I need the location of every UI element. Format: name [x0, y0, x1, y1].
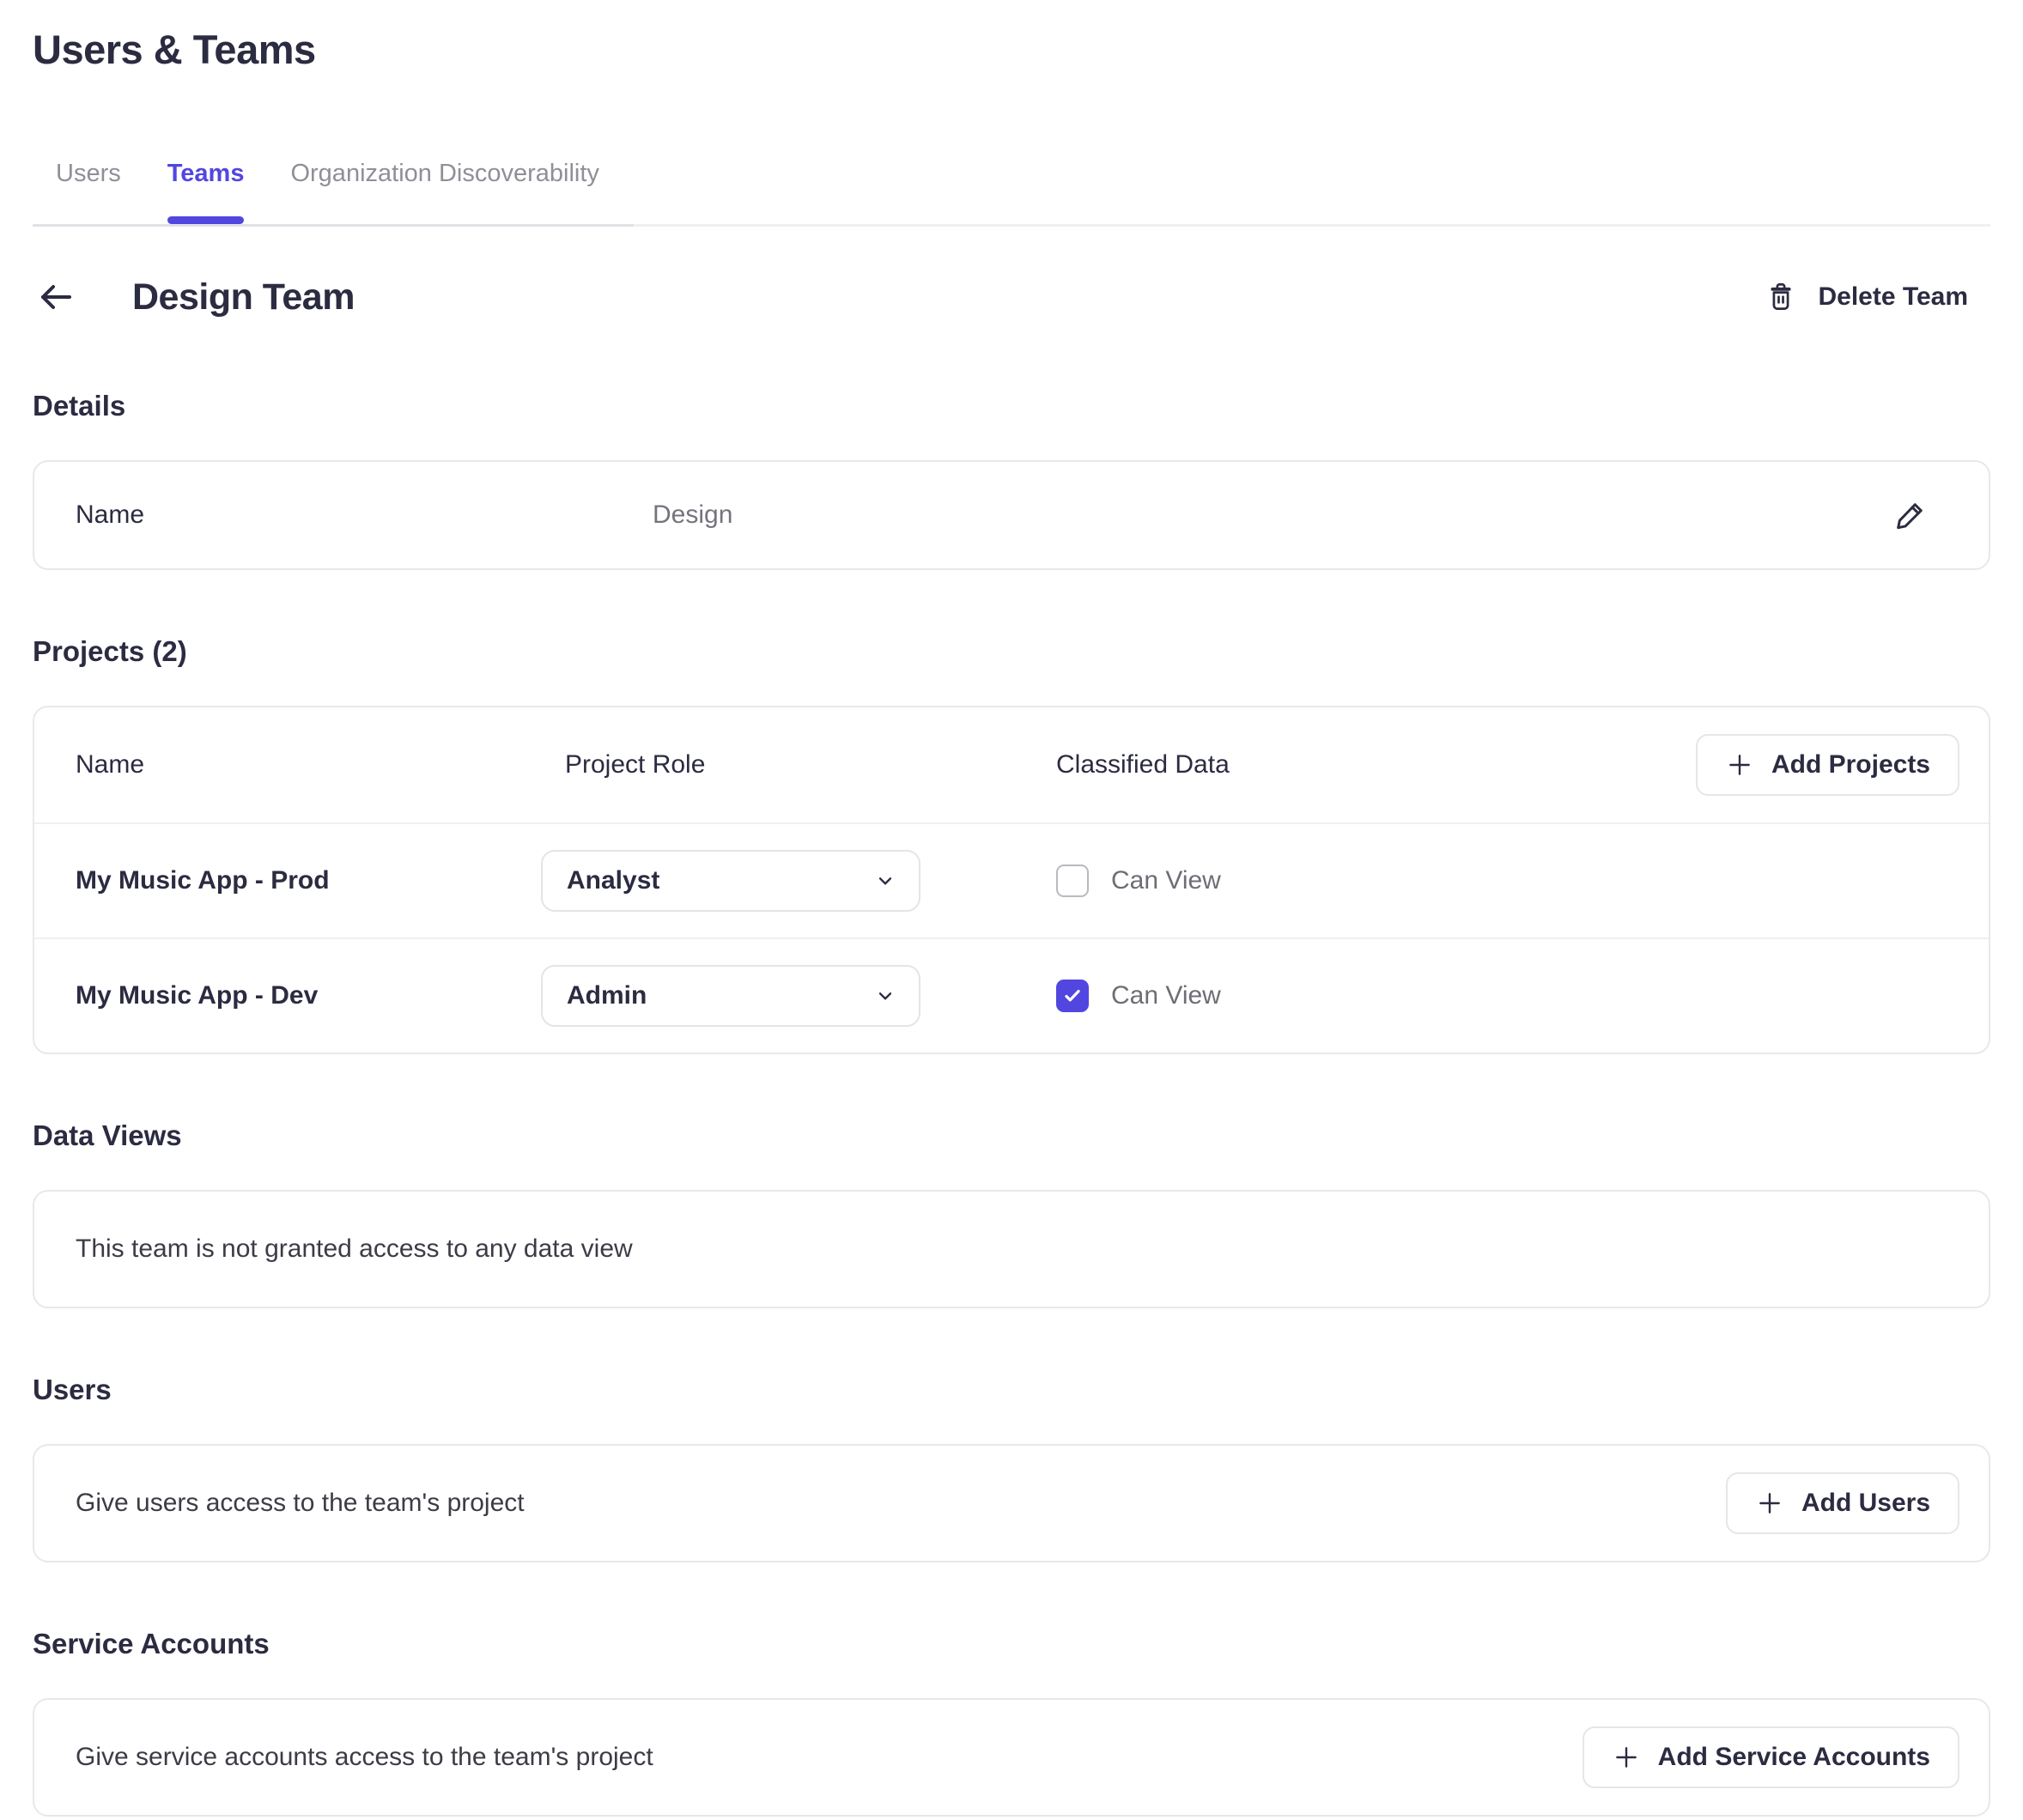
- plus-icon: [1755, 1489, 1784, 1518]
- service-accounts-card: Give service accounts access to the team…: [33, 1698, 1990, 1817]
- projects-table: Name Project Role Classified Data Add Pr…: [33, 706, 1990, 1054]
- chevron-down-icon: [874, 870, 896, 892]
- tab-teams[interactable]: Teams: [167, 159, 245, 224]
- add-projects-button[interactable]: Add Projects: [1696, 734, 1959, 796]
- project-role-value: Admin: [567, 981, 647, 1010]
- column-header-classified-data: Classified Data: [1056, 750, 1230, 780]
- data-views-empty-text: This team is not granted access to any d…: [76, 1235, 633, 1264]
- add-service-accounts-label: Add Service Accounts: [1658, 1743, 1930, 1772]
- table-row: My Music App - Dev Admin Ca: [34, 937, 1989, 1053]
- delete-team-label: Delete Team: [1818, 282, 1968, 312]
- projects-heading: Projects (2): [33, 635, 1990, 668]
- service-accounts-heading: Service Accounts: [33, 1628, 1990, 1660]
- tab-bar: Users Teams Organization Discoverability: [33, 159, 1990, 227]
- add-projects-label: Add Projects: [1771, 750, 1930, 780]
- trash-icon: [1765, 281, 1797, 313]
- name-label: Name: [76, 500, 653, 530]
- data-views-card: This team is not granted access to any d…: [33, 1190, 1990, 1308]
- users-card: Give users access to the team's project …: [33, 1444, 1990, 1562]
- can-view-label: Can View: [1111, 981, 1221, 1010]
- team-header: Design Team Delete Team: [33, 271, 1990, 323]
- column-header-name: Name: [76, 750, 565, 780]
- back-button[interactable]: [33, 274, 79, 320]
- column-header-project-role: Project Role: [565, 750, 1056, 780]
- service-accounts-description: Give service accounts access to the team…: [76, 1743, 653, 1772]
- team-title: Design Team: [132, 276, 355, 318]
- can-view-label: Can View: [1111, 866, 1221, 895]
- add-users-button[interactable]: Add Users: [1726, 1472, 1959, 1534]
- table-row: My Music App - Prod Analyst: [34, 822, 1989, 937]
- page-title: Users & Teams: [33, 26, 1990, 73]
- pencil-icon: [1892, 497, 1929, 533]
- plus-icon: [1612, 1743, 1641, 1772]
- projects-table-header: Name Project Role Classified Data Add Pr…: [34, 707, 1989, 822]
- delete-team-button[interactable]: Delete Team: [1765, 281, 1968, 313]
- project-name: My Music App - Prod: [76, 866, 565, 895]
- project-name: My Music App - Dev: [76, 981, 565, 1010]
- edit-name-button[interactable]: [1892, 497, 1929, 533]
- can-view-checkbox[interactable]: [1056, 864, 1089, 897]
- data-views-heading: Data Views: [33, 1119, 1990, 1152]
- back-arrow-icon: [35, 276, 76, 318]
- tab-organization-discoverability[interactable]: Organization Discoverability: [290, 159, 598, 224]
- details-heading: Details: [33, 390, 1990, 422]
- add-users-label: Add Users: [1801, 1489, 1930, 1518]
- tab-divider-strong: [33, 224, 634, 227]
- project-role-select[interactable]: Analyst: [541, 850, 920, 912]
- can-view-checkbox[interactable]: [1056, 980, 1089, 1012]
- tab-divider: [33, 224, 1990, 227]
- check-icon: [1061, 985, 1084, 1007]
- add-service-accounts-button[interactable]: Add Service Accounts: [1583, 1726, 1959, 1788]
- users-teams-page: Users & Teams Users Teams Organization D…: [0, 0, 2023, 1817]
- plus-icon: [1725, 750, 1754, 780]
- project-role-select[interactable]: Admin: [541, 965, 920, 1027]
- users-heading: Users: [33, 1374, 1990, 1406]
- chevron-down-icon: [874, 985, 896, 1007]
- name-value: Design: [653, 500, 732, 530]
- users-description: Give users access to the team's project: [76, 1489, 525, 1518]
- tab-users[interactable]: Users: [56, 159, 121, 224]
- details-card: Name Design: [33, 460, 1990, 570]
- project-role-value: Analyst: [567, 866, 659, 895]
